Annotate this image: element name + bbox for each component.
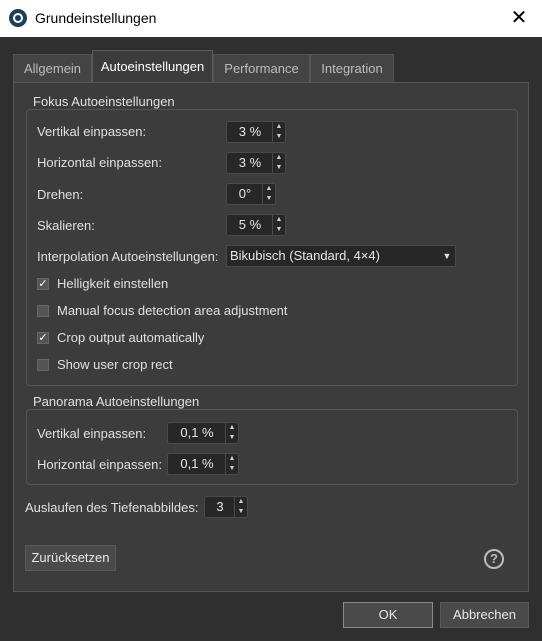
show-crop-rect-label: Show user crop rect [57, 357, 173, 372]
dialog-body: Allgemein Autoeinstellungen Performance … [0, 37, 542, 641]
panorama-group-title: Panorama Autoeinstellungen [31, 394, 202, 409]
window-title: Grundeinstellungen [35, 10, 157, 26]
chevron-down-icon: ▼ [442, 251, 452, 261]
drehen-spinbox[interactable]: 0° ▲ ▼ [226, 183, 276, 205]
skalieren-label: Skalieren: [37, 218, 95, 233]
vertikal-label: Vertikal einpassen: [37, 124, 147, 139]
panorama-vertikal-value: 0,1 % [180, 425, 214, 440]
interpolation-select[interactable]: Bikubisch (Standard, 4×4) ▼ [226, 245, 456, 267]
chevron-down-icon[interactable]: ▼ [226, 464, 238, 474]
reset-button[interactable]: Zurücksetzen [25, 545, 116, 571]
chevron-up-icon[interactable]: ▲ [273, 122, 285, 132]
chevron-down-icon[interactable]: ▼ [273, 225, 285, 235]
panorama-horizontal-value: 0,1 % [180, 456, 214, 471]
chevron-up-icon[interactable]: ▲ [226, 423, 238, 433]
panorama-horizontal-label: Horizontal einpassen: [37, 457, 163, 472]
chevron-up-icon[interactable]: ▲ [273, 215, 285, 225]
chevron-up-icon[interactable]: ▲ [226, 454, 238, 464]
close-icon[interactable]: ✕ [496, 0, 542, 37]
panorama-group [26, 409, 518, 485]
horizontal-value: 3 % [238, 155, 262, 170]
app-logo-icon [9, 9, 27, 27]
panorama-vertikal-spinbox[interactable]: 0,1 % ▲ ▼ [167, 422, 239, 444]
chevron-down-icon[interactable]: ▼ [226, 433, 238, 443]
horizontal-label: Horizontal einpassen: [37, 155, 163, 170]
helligkeit-checkbox[interactable]: ✓ [37, 278, 49, 290]
helligkeit-label: Helligkeit einstellen [57, 276, 169, 291]
show-crop-rect-checkbox[interactable] [37, 359, 49, 371]
drehen-value: 0° [238, 186, 252, 201]
manual-focus-checkbox[interactable] [37, 305, 49, 317]
crop-output-checkbox[interactable]: ✓ [37, 332, 49, 344]
cancel-button[interactable]: Abbrechen [440, 602, 529, 628]
skalieren-value: 5 % [238, 217, 262, 232]
chevron-up-icon[interactable]: ▲ [273, 153, 285, 163]
drehen-label: Drehen: [37, 187, 84, 202]
tab-panel-autoeinstellungen: Fokus Autoeinstellungen Vertikal einpass… [13, 82, 529, 592]
skalieren-spinbox[interactable]: 5 % ▲ ▼ [226, 214, 286, 236]
chevron-up-icon[interactable]: ▲ [235, 497, 247, 507]
tab-performance[interactable]: Performance [213, 54, 310, 82]
title-bar: Grundeinstellungen ✕ [0, 0, 542, 37]
panorama-horizontal-spinbox[interactable]: 0,1 % ▲ ▼ [167, 453, 239, 475]
chevron-down-icon[interactable]: ▼ [263, 194, 275, 204]
panorama-vertikal-label: Vertikal einpassen: [37, 426, 147, 441]
help-icon[interactable]: ? [484, 549, 504, 569]
chevron-down-icon[interactable]: ▼ [235, 507, 247, 517]
crop-output-label: Crop output automatically [57, 330, 205, 345]
vertikal-value: 3 % [238, 124, 262, 139]
ok-button[interactable]: OK [343, 602, 433, 628]
tiefen-spinbox[interactable]: 3 ▲ ▼ [204, 496, 248, 518]
chevron-down-icon[interactable]: ▼ [273, 163, 285, 173]
tab-allgemein[interactable]: Allgemein [13, 54, 92, 82]
fokus-group-title: Fokus Autoeinstellungen [31, 94, 177, 109]
vertikal-spinbox[interactable]: 3 % ▲ ▼ [226, 121, 286, 143]
tiefen-label: Auslaufen des Tiefenabbildes: [25, 500, 199, 515]
horizontal-spinbox[interactable]: 3 % ▲ ▼ [226, 152, 286, 174]
manual-focus-label: Manual focus detection area adjustment [57, 303, 288, 318]
interpolation-label: Interpolation Autoeinstellungen: [37, 249, 219, 264]
chevron-down-icon[interactable]: ▼ [273, 132, 285, 142]
tiefen-value: 3 [216, 499, 224, 514]
tab-autoeinstellungen[interactable]: Autoeinstellungen [92, 50, 213, 83]
tab-integration[interactable]: Integration [310, 54, 394, 82]
interpolation-value: Bikubisch (Standard, 4×4) [230, 248, 380, 263]
chevron-up-icon[interactable]: ▲ [263, 184, 275, 194]
